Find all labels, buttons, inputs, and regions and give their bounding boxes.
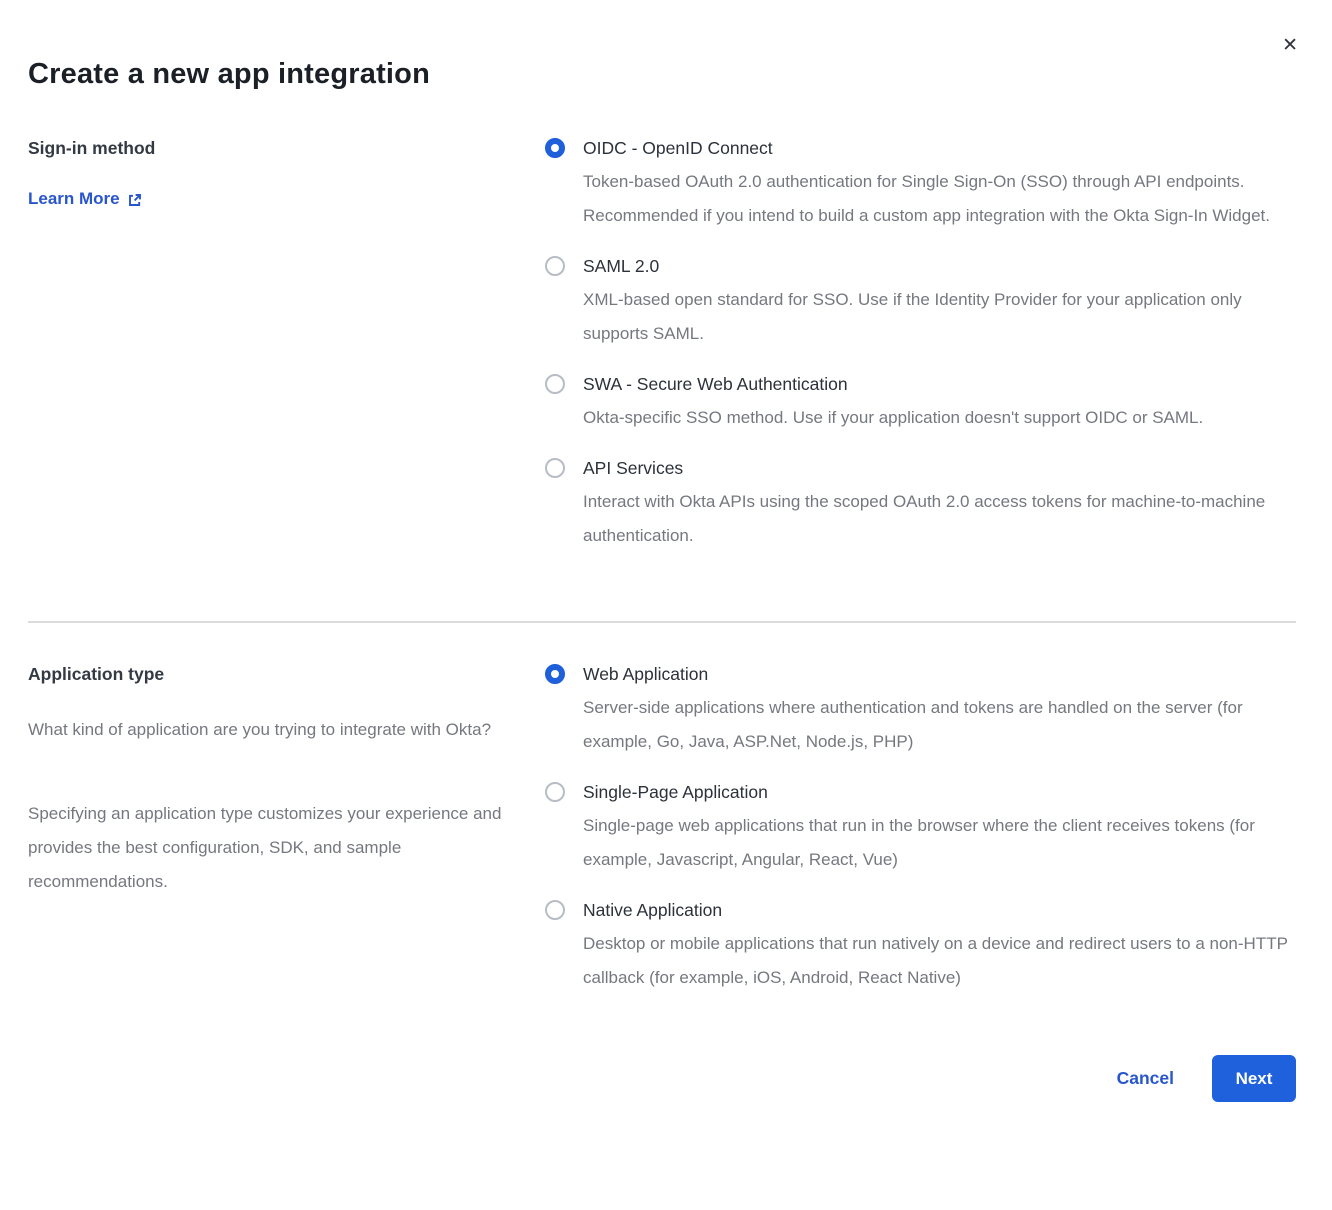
radio-option-label[interactable]: SAML 2.0 (583, 255, 1296, 277)
option-text-api-services: API Services Interact with Okta APIs usi… (583, 457, 1296, 553)
radio-option-api-services[interactable]: API Services Interact with Okta APIs usi… (545, 457, 1296, 553)
option-text-swa: SWA - Secure Web Authentication Okta-spe… (583, 373, 1203, 435)
radio-icon-native-application[interactable] (545, 900, 565, 920)
radio-option-description: Okta-specific SSO method. Use if your ap… (583, 401, 1203, 435)
option-text-saml: SAML 2.0 XML-based open standard for SSO… (583, 255, 1296, 351)
external-link-icon (127, 192, 143, 208)
radio-option-description: Desktop or mobile applications that run … (583, 927, 1296, 995)
page-title: Create a new app integration (28, 58, 1296, 91)
option-text-native-application: Native Application Desktop or mobile app… (583, 899, 1296, 995)
radio-icon-swa[interactable] (545, 374, 565, 394)
radio-option-description: Single-page web applications that run in… (583, 809, 1296, 877)
radio-option-saml[interactable]: SAML 2.0 XML-based open standard for SSO… (545, 255, 1296, 351)
sign-in-method-heading: Sign-in method (28, 137, 545, 159)
radio-option-single-page-application[interactable]: Single-Page Application Single-page web … (545, 781, 1296, 877)
radio-option-web-application[interactable]: Web Application Server-side applications… (545, 663, 1296, 759)
application-type-description-1: What kind of application are you trying … (28, 713, 508, 747)
radio-icon-saml[interactable] (545, 256, 565, 276)
radio-option-label[interactable]: SWA - Secure Web Authentication (583, 373, 1203, 395)
radio-option-label[interactable]: Native Application (583, 899, 1296, 921)
radio-option-description: Server-side applications where authentic… (583, 691, 1296, 759)
radio-icon-oidc[interactable] (545, 138, 565, 158)
radio-option-description: XML-based open standard for SSO. Use if … (583, 283, 1296, 351)
learn-more-link[interactable]: Learn More (28, 189, 143, 209)
radio-option-native-application[interactable]: Native Application Desktop or mobile app… (545, 899, 1296, 995)
sign-in-method-options: OIDC - OpenID Connect Token-based OAuth … (545, 137, 1296, 553)
sign-in-method-left-column: Sign-in method Learn More (28, 137, 545, 209)
application-type-options: Web Application Server-side applications… (545, 663, 1296, 995)
application-type-description-2: Specifying an application type customize… (28, 797, 508, 899)
dialog-footer: Cancel Next (28, 1055, 1296, 1102)
radio-icon-single-page-application[interactable] (545, 782, 565, 802)
radio-option-label[interactable]: API Services (583, 457, 1296, 479)
option-text-single-page-application: Single-Page Application Single-page web … (583, 781, 1296, 877)
close-icon[interactable]: ✕ (1282, 36, 1298, 55)
radio-icon-api-services[interactable] (545, 458, 565, 478)
radio-option-label[interactable]: Web Application (583, 663, 1296, 685)
radio-option-label[interactable]: Single-Page Application (583, 781, 1296, 803)
option-text-web-application: Web Application Server-side applications… (583, 663, 1296, 759)
radio-option-description: Interact with Okta APIs using the scoped… (583, 485, 1296, 553)
option-text-oidc: OIDC - OpenID Connect Token-based OAuth … (583, 137, 1296, 233)
radio-icon-web-application[interactable] (545, 664, 565, 684)
radio-option-description: Token-based OAuth 2.0 authentication for… (583, 165, 1296, 233)
learn-more-label: Learn More (28, 189, 120, 209)
cancel-button[interactable]: Cancel (1117, 1068, 1174, 1089)
application-type-heading: Application type (28, 663, 545, 685)
next-button[interactable]: Next (1212, 1055, 1296, 1102)
sign-in-method-section: Sign-in method Learn More OIDC - OpenID … (28, 137, 1296, 553)
create-app-integration-dialog: ✕ Create a new app integration Sign-in m… (0, 0, 1332, 1210)
radio-option-label[interactable]: OIDC - OpenID Connect (583, 137, 1296, 159)
radio-option-oidc[interactable]: OIDC - OpenID Connect Token-based OAuth … (545, 137, 1296, 233)
radio-option-swa[interactable]: SWA - Secure Web Authentication Okta-spe… (545, 373, 1296, 435)
application-type-section: Application type What kind of applicatio… (28, 623, 1296, 995)
application-type-left-column: Application type What kind of applicatio… (28, 663, 545, 899)
